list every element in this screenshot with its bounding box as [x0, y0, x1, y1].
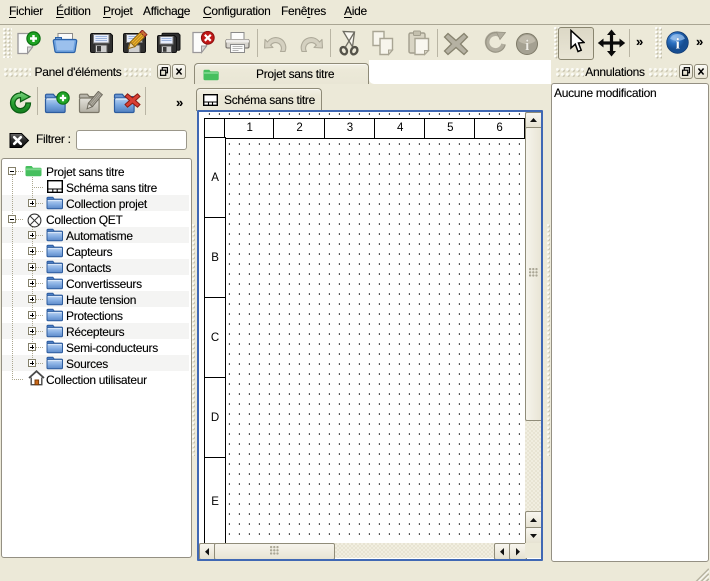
svg-text:i: i [676, 37, 680, 53]
svg-text:i: i [525, 38, 529, 54]
